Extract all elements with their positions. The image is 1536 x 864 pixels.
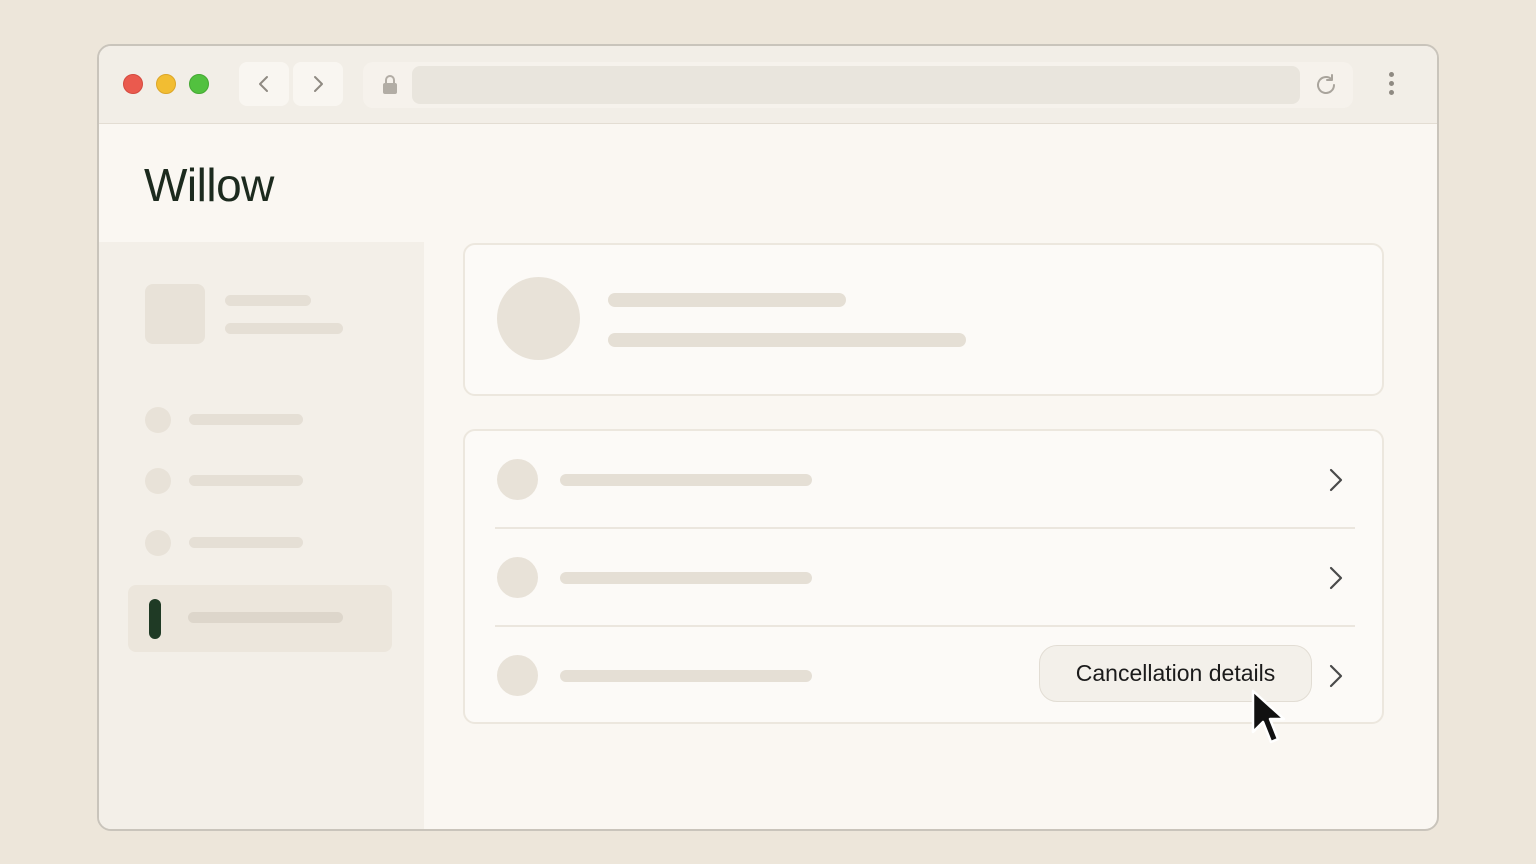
mouse-cursor-icon [1251,689,1286,744]
profile-card-title-placeholder [608,293,846,307]
reload-icon[interactable] [1313,72,1339,98]
options-list: Cancellation details [463,429,1384,724]
list-item[interactable] [465,431,1382,528]
sidebar-item-icon [145,407,171,433]
sidebar-item-icon [145,530,171,556]
close-window-button[interactable] [123,74,143,94]
list-item[interactable]: Cancellation details [465,627,1382,724]
back-arrow-icon [259,76,268,92]
sidebar-item-active[interactable] [128,585,392,652]
lock-icon [383,75,397,94]
list-item-icon [497,655,538,696]
profile-name-placeholder [225,295,311,306]
forward-button[interactable] [293,62,343,106]
list-item-icon [497,459,538,500]
profile-subtitle-placeholder [225,323,343,334]
list-item[interactable] [465,529,1382,626]
profile-thumbnail [145,284,205,344]
sidebar-item-icon [145,468,171,494]
sidebar-item-active-label [188,612,343,623]
minimize-window-button[interactable] [156,74,176,94]
profile-card-subtitle-placeholder [608,333,966,347]
more-vertical-icon[interactable] [1387,72,1395,98]
sidebar-item-2[interactable] [189,475,303,486]
forward-arrow-icon [314,76,323,92]
maximize-window-button[interactable] [189,74,209,94]
list-item-label-placeholder [560,670,812,682]
sidebar [99,242,424,829]
browser-window: Willow Cancellation details [97,44,1439,831]
chevron-right-icon[interactable] [1325,465,1347,495]
url-input[interactable] [412,66,1300,104]
sidebar-item-3[interactable] [189,537,303,548]
avatar [497,277,580,360]
chevron-right-icon[interactable] [1325,563,1347,593]
browser-toolbar [99,46,1437,124]
chevron-right-icon[interactable] [1325,661,1347,691]
address-bar [363,62,1353,108]
back-button[interactable] [239,62,289,106]
active-indicator [149,599,161,639]
app-title: Willow [144,159,274,211]
sidebar-item-1[interactable] [189,414,303,425]
profile-card [463,243,1384,396]
list-item-label-placeholder [560,474,812,486]
list-item-label-placeholder [560,572,812,584]
list-item-icon [497,557,538,598]
